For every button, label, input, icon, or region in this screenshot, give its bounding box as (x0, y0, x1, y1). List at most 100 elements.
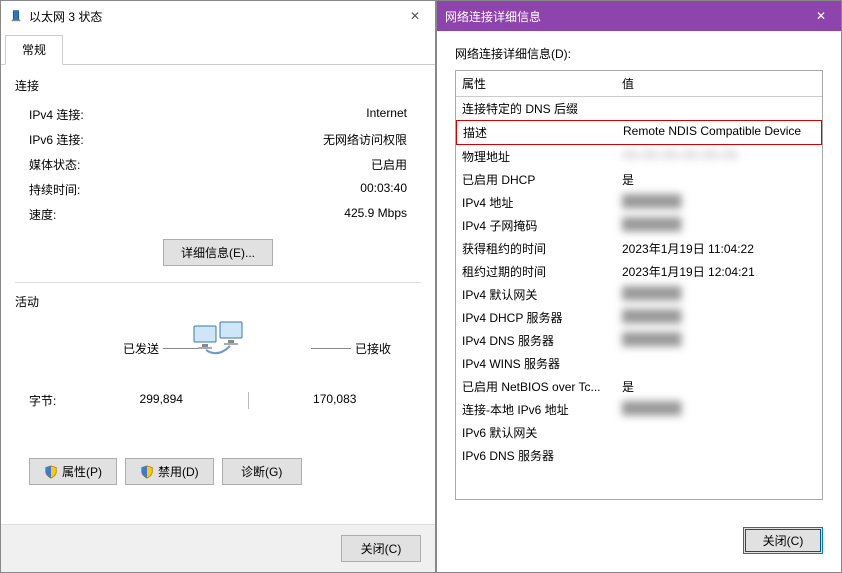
activity-section: 已发送 已接收 字节: 299,894 (15, 310, 421, 430)
detail-property: IPv6 默认网关 (456, 421, 616, 444)
activity-icon (192, 320, 244, 363)
value: Internet (125, 106, 421, 123)
label: 速度: (15, 206, 125, 223)
detail-value: ███████ (616, 306, 822, 329)
detail-value: 2023年1月19日 11:04:22 (616, 237, 822, 260)
detail-value: ███████ (616, 398, 822, 421)
details-button[interactable]: 详细信息(E)... (163, 239, 273, 266)
row-ipv6-conn: IPv6 连接: 无网络访问权限 (15, 127, 421, 152)
detail-row[interactable]: IPv6 默认网关 (456, 421, 822, 444)
close-button[interactable]: ✕ (801, 1, 841, 31)
detail-row[interactable]: 连接特定的 DNS 后缀 (456, 97, 822, 120)
value: 425.9 Mbps (125, 206, 421, 223)
row-duration: 持续时间: 00:03:40 (15, 177, 421, 202)
bytes-recv: 170,083 (249, 392, 422, 409)
close-icon: ✕ (410, 9, 420, 23)
close-button[interactable]: ✕ (395, 1, 435, 31)
close-icon: ✕ (816, 9, 826, 23)
row-media: 媒体状态: 已启用 (15, 152, 421, 177)
detail-row[interactable]: IPv4 默认网关███████ (456, 283, 822, 306)
detail-value (616, 444, 822, 467)
close-window-button[interactable]: 关闭(C) (743, 527, 823, 554)
row-speed: 速度: 425.9 Mbps (15, 202, 421, 227)
label: IPv6 连接: (15, 131, 125, 148)
detail-row[interactable]: 获得租约的时间2023年1月19日 11:04:22 (456, 237, 822, 260)
row-ipv4-conn: IPv4 连接: Internet (15, 102, 421, 127)
detail-row[interactable]: IPv4 地址███████ (456, 191, 822, 214)
activity-header: 活动 (15, 293, 421, 310)
line-icon (311, 348, 351, 349)
diagnose-button[interactable]: 诊断(G) (222, 458, 302, 485)
detail-value: Remote NDIS Compatible Device (617, 121, 821, 144)
status-panel: 连接 IPv4 连接: Internet IPv6 连接: 无网络访问权限 媒体… (1, 65, 435, 503)
listview-header[interactable]: 属性 值 (456, 71, 822, 97)
value: 无网络访问权限 (125, 131, 421, 148)
ethernet-icon (9, 9, 23, 23)
bytes-label: 字节: (15, 392, 75, 409)
detail-value: ███████ (616, 191, 822, 214)
detail-property: 连接特定的 DNS 后缀 (456, 97, 616, 120)
window-title: 网络连接详细信息 (445, 8, 801, 25)
detail-row[interactable]: 连接-本地 IPv6 地址███████ (456, 398, 822, 421)
shield-icon (44, 465, 58, 479)
disable-button[interactable]: 禁用(D) (125, 458, 214, 485)
ethernet-status-window: 以太网 3 状态 ✕ 常规 连接 IPv4 连接: Internet IPv6 … (0, 0, 436, 573)
bottom-bar-left: 关闭(C) (1, 524, 435, 572)
titlebar-right[interactable]: 网络连接详细信息 ✕ (437, 1, 841, 31)
detail-row[interactable]: IPv4 DNS 服务器███████ (456, 329, 822, 352)
detail-property: 描述 (457, 121, 617, 144)
header-property[interactable]: 属性 (456, 71, 616, 96)
details-listview[interactable]: 属性 值 连接特定的 DNS 后缀描述Remote NDIS Compatibl… (455, 70, 823, 500)
listview-rows: 连接特定的 DNS 后缀描述Remote NDIS Compatible Dev… (456, 97, 822, 467)
details-button-wrap: 详细信息(E)... (15, 239, 421, 266)
detail-value: 是 (616, 375, 822, 398)
connection-header: 连接 (15, 77, 421, 94)
divider (15, 282, 421, 283)
bytes-row: 字节: 299,894 170,083 (15, 386, 421, 415)
detail-property: 物理地址 (456, 145, 616, 168)
label: 媒体状态: (15, 156, 125, 173)
detail-value (616, 421, 822, 444)
detail-row[interactable]: IPv6 DNS 服务器 (456, 444, 822, 467)
value: 00:03:40 (125, 181, 421, 198)
properties-button[interactable]: 属性(P) (29, 458, 117, 485)
bottom-bar-right: 关闭(C) (743, 527, 823, 554)
titlebar-left[interactable]: 以太网 3 状态 ✕ (1, 1, 435, 31)
label: 属性(P) (62, 463, 102, 480)
detail-property: 获得租约的时间 (456, 237, 616, 260)
shield-icon (140, 465, 154, 479)
action-button-row: 属性(P) 禁用(D) 诊断(G) (15, 450, 421, 493)
detail-property: IPv4 地址 (456, 191, 616, 214)
detail-property: IPv4 WINS 服务器 (456, 352, 616, 375)
detail-value: 2023年1月19日 12:04:21 (616, 260, 822, 283)
label: IPv4 连接: (15, 106, 125, 123)
detail-row[interactable]: 已启用 DHCP是 (456, 168, 822, 191)
detail-row[interactable]: 租约过期的时间2023年1月19日 12:04:21 (456, 260, 822, 283)
value: 已启用 (125, 156, 421, 173)
detail-row[interactable]: 已启用 NetBIOS over Tc...是 (456, 375, 822, 398)
details-body: 网络连接详细信息(D): 属性 值 连接特定的 DNS 后缀描述Remote N… (437, 31, 841, 514)
detail-value: 是 (616, 168, 822, 191)
detail-row[interactable]: 物理地址XX-XX-XX-XX-XX-XX (456, 145, 822, 168)
detail-row[interactable]: IPv4 DHCP 服务器███████ (456, 306, 822, 329)
recv-side: 已接收 (307, 340, 391, 357)
window-title: 以太网 3 状态 (29, 8, 395, 25)
detail-property: 已启用 DHCP (456, 168, 616, 191)
tab-bar: 常规 (1, 31, 435, 65)
detail-value (616, 97, 822, 120)
bytes-sent: 299,894 (75, 392, 248, 409)
detail-value: ███████ (616, 214, 822, 237)
header-value[interactable]: 值 (616, 71, 822, 96)
details-caption: 网络连接详细信息(D): (455, 45, 823, 62)
close-window-button[interactable]: 关闭(C) (341, 535, 421, 562)
detail-property: IPv4 DNS 服务器 (456, 329, 616, 352)
label: 持续时间: (15, 181, 125, 198)
connection-details-window: 网络连接详细信息 ✕ 网络连接详细信息(D): 属性 值 连接特定的 DNS 后… (436, 0, 842, 573)
detail-row[interactable]: IPv4 子网掩码███████ (456, 214, 822, 237)
detail-row[interactable]: IPv4 WINS 服务器 (456, 352, 822, 375)
detail-property: IPv4 DHCP 服务器 (456, 306, 616, 329)
sent-label: 已发送 (123, 340, 159, 357)
detail-property: 连接-本地 IPv6 地址 (456, 398, 616, 421)
detail-row[interactable]: 描述Remote NDIS Compatible Device (456, 120, 822, 145)
tab-general[interactable]: 常规 (5, 35, 63, 65)
